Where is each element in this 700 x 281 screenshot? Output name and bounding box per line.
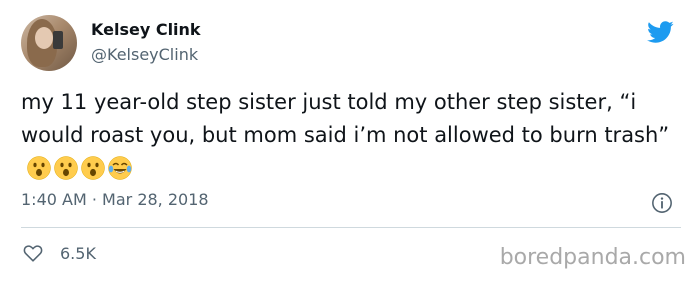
like-count[interactable]: 6.5K	[60, 244, 96, 263]
face-with-tears-of-joy-icon	[108, 156, 132, 180]
face-with-open-mouth-icon	[54, 156, 78, 180]
twitter-bird-icon[interactable]	[644, 18, 676, 46]
tweet-text: my 11 year-old step sister just told my …	[21, 86, 681, 185]
author-handle[interactable]: @KelseyClink	[91, 45, 198, 64]
tweet-timestamp[interactable]: 1:40 AM · Mar 28, 2018	[21, 190, 209, 209]
tweet-body: my 11 year-old step sister just told my …	[21, 90, 670, 147]
author-display-name[interactable]: Kelsey Clink	[91, 20, 201, 39]
face-with-open-mouth-icon	[81, 156, 105, 180]
avatar-face	[35, 27, 53, 49]
heart-icon[interactable]	[21, 242, 45, 264]
face-with-open-mouth-icon	[27, 156, 51, 180]
meta-separator: ·	[91, 190, 97, 209]
divider	[21, 227, 681, 228]
watermark: boredpanda.com	[499, 245, 686, 270]
avatar[interactable]	[21, 15, 77, 71]
info-icon[interactable]	[651, 192, 673, 214]
avatar-phone	[53, 31, 63, 49]
tweet-date: Mar 28, 2018	[102, 190, 209, 209]
tweet-time: 1:40 AM	[21, 190, 87, 209]
